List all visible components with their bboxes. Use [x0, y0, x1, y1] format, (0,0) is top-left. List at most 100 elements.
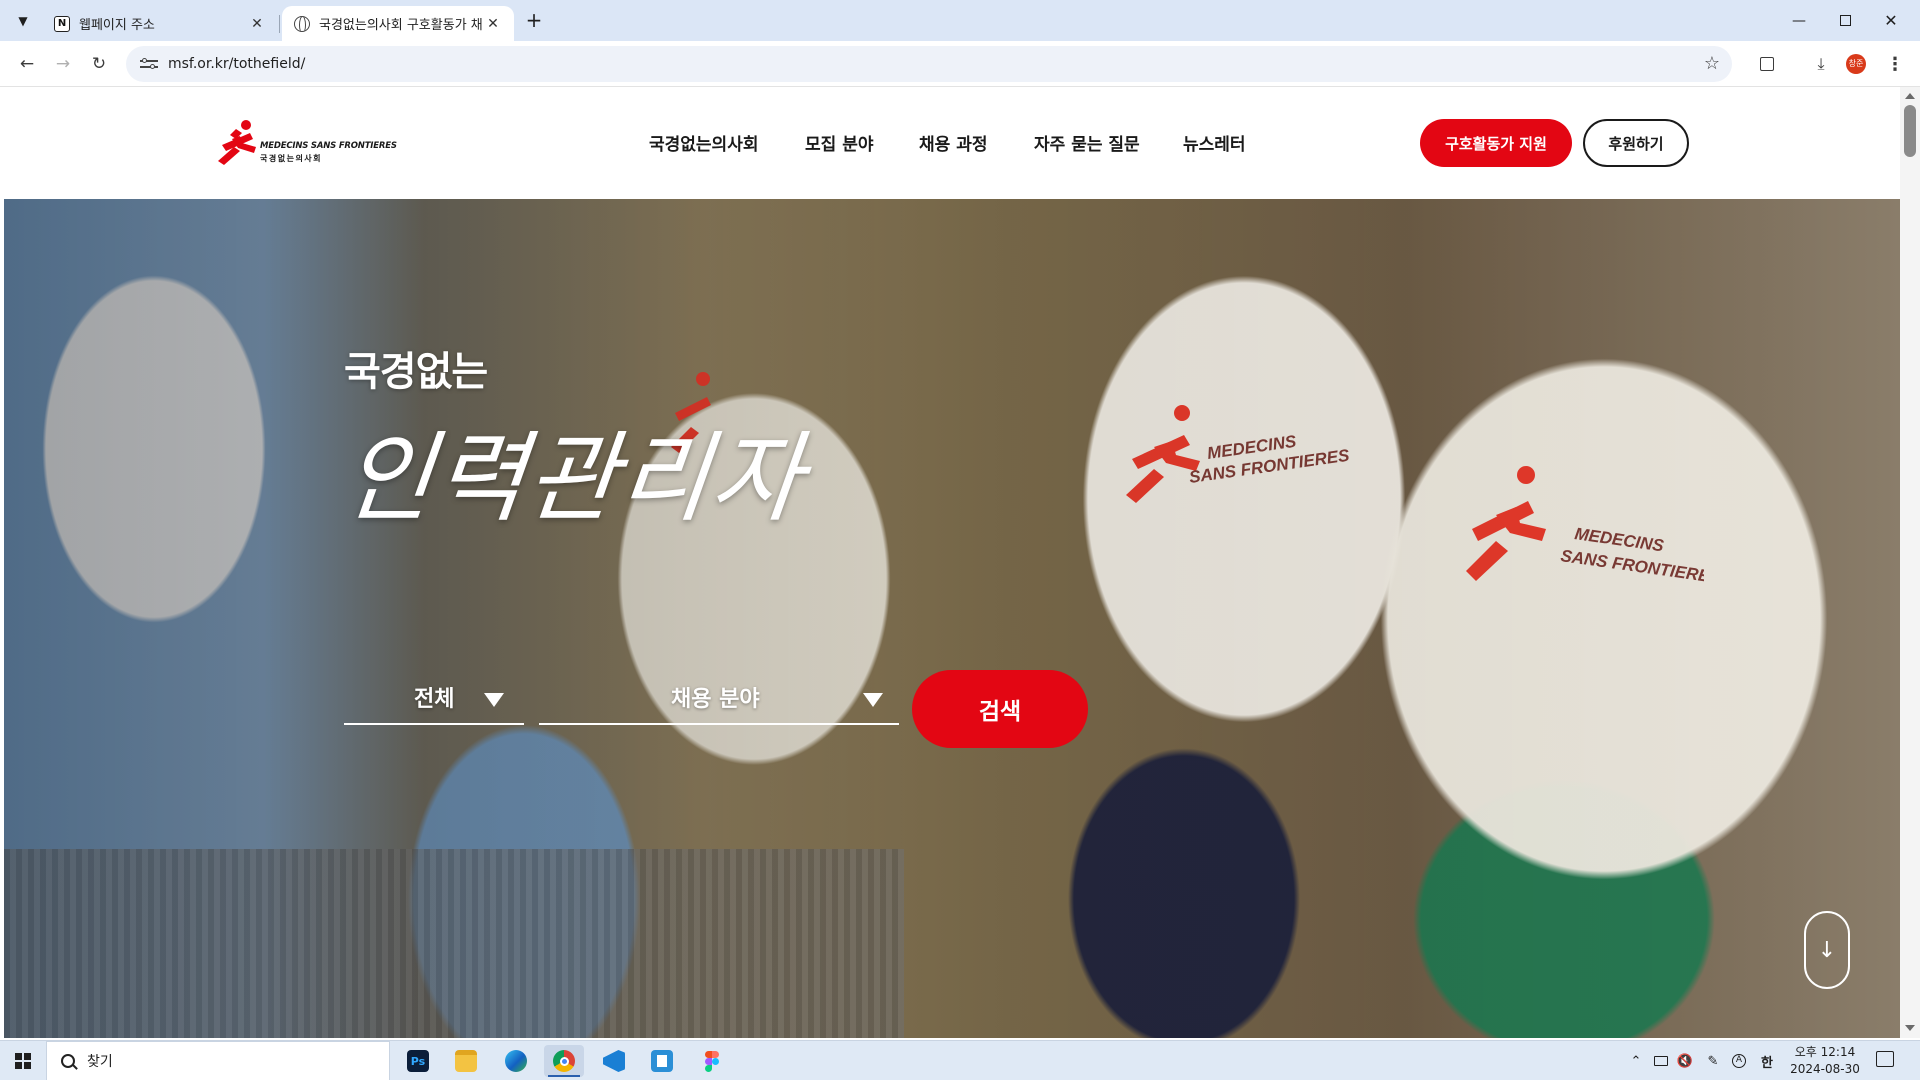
dropdown-arrow-icon: [484, 693, 504, 707]
minimize-icon: —: [1792, 12, 1806, 29]
extensions-button[interactable]: [1754, 51, 1780, 77]
tray-ime-language[interactable]: 한: [1754, 1041, 1780, 1080]
apply-button[interactable]: 구호활동가 지원: [1420, 119, 1572, 167]
download-icon: ⤓: [1817, 54, 1825, 73]
maximize-button[interactable]: [1822, 0, 1868, 41]
reload-icon: ↻: [91, 54, 107, 74]
maximize-icon: [1839, 15, 1851, 26]
close-icon[interactable]: ✕: [484, 16, 502, 32]
nav-item-about[interactable]: 국경없는의사회: [649, 130, 758, 155]
nav-item-newsletter[interactable]: 뉴스레터: [1183, 130, 1246, 155]
notion-icon: N: [54, 15, 70, 32]
taskbar-clock[interactable]: 오후 12:14 2024-08-30: [1788, 1044, 1862, 1078]
pen-icon: ✎: [1707, 1053, 1719, 1069]
notification-center-icon[interactable]: [1876, 1051, 1894, 1067]
nav-item-recruit-fields[interactable]: 모집 분야: [805, 130, 873, 155]
taskbar-app-chrome[interactable]: [544, 1045, 584, 1077]
hero-title-small: 국경없는: [344, 349, 488, 395]
page-scrollbar[interactable]: [1900, 87, 1920, 1038]
url-text[interactable]: msf.or.kr/tothefield/: [168, 56, 305, 72]
window-close-button[interactable]: ✕: [1868, 0, 1914, 41]
category-select[interactable]: 전체: [344, 669, 524, 725]
windows-taskbar: 찾기 Ps ⌃ 🔇 ✎ A 한 오후 12:14 2024-08-30: [0, 1040, 1920, 1080]
chevron-up-icon: ⌃: [1630, 1053, 1642, 1069]
figma-icon: [701, 1050, 723, 1072]
nav-item-faq[interactable]: 자주 묻는 질문: [1034, 130, 1140, 155]
clock-time: 오후 12:14: [1794, 1045, 1856, 1059]
taskbar-app-vscode[interactable]: [594, 1045, 634, 1077]
web-page: MEDECINS SANS FRONTIERES 국경없는의사회 국경없는의사회…: [4, 87, 1900, 1038]
chrome-icon: [553, 1050, 575, 1072]
forward-button[interactable]: →: [48, 49, 78, 79]
bookmark-star-icon[interactable]: ☆: [1704, 53, 1720, 74]
taskbar-app-edge[interactable]: [496, 1045, 536, 1077]
taskbar-search[interactable]: 찾기: [46, 1041, 390, 1080]
clock-date: 2024-08-30: [1790, 1062, 1860, 1076]
recruit-field-select-value: 채용 분야: [671, 687, 760, 712]
nav-item-hiring-process[interactable]: 채용 과정: [919, 130, 987, 155]
tab-search-button[interactable]: ▼: [10, 8, 36, 34]
recruit-field-select[interactable]: 채용 분야: [539, 669, 899, 725]
taskbar-app-photoshop[interactable]: Ps: [398, 1045, 438, 1077]
close-icon: ✕: [1884, 11, 1898, 30]
file-explorer-icon: [455, 1050, 477, 1072]
browser-menu-button[interactable]: ⋮: [1882, 51, 1908, 77]
windows-logo-icon: [15, 1053, 31, 1069]
hero-title-large: 인력관리자: [337, 422, 810, 536]
arrow-down-icon: ↓: [1817, 937, 1837, 963]
tab-webpage-address[interactable]: N 웹페이지 주소 ✕: [42, 6, 278, 41]
msf-logo[interactable]: MEDECINS SANS FRONTIERES 국경없는의사회: [216, 117, 397, 173]
new-tab-button[interactable]: +: [522, 9, 546, 33]
notepad-icon: [651, 1050, 673, 1072]
taskbar-app-notepad[interactable]: [642, 1045, 682, 1077]
address-bar[interactable]: msf.or.kr/tothefield/ ☆: [126, 46, 1732, 82]
site-header: MEDECINS SANS FRONTIERES 국경없는의사회 국경없는의사회…: [4, 87, 1900, 199]
tray-volume[interactable]: 🔇: [1674, 1041, 1696, 1080]
tray-overflow-button[interactable]: ⌃: [1626, 1041, 1646, 1080]
volume-muted-icon: 🔇: [1676, 1053, 1694, 1069]
start-button[interactable]: [0, 1041, 46, 1080]
browser-tab-strip: ▼ N 웹페이지 주소 ✕ 국경없는의사회 구호활동가 채 ✕ + — ✕: [0, 0, 1920, 41]
vscode-icon: [603, 1050, 625, 1072]
ime-language-indicator: 한: [1761, 1055, 1773, 1071]
arrow-right-icon: →: [55, 54, 71, 74]
scroll-up-arrow-icon[interactable]: [1905, 93, 1915, 99]
tab-separator: [279, 15, 280, 33]
arrow-left-icon: ←: [19, 54, 35, 74]
globe-icon: [294, 15, 310, 32]
msf-running-man-icon: [218, 120, 256, 165]
category-select-value: 전체: [414, 687, 455, 712]
reload-button[interactable]: ↻: [84, 49, 114, 79]
close-icon[interactable]: ✕: [248, 16, 266, 32]
tray-pen[interactable]: ✎: [1702, 1041, 1724, 1080]
taskbar-app-figma[interactable]: [692, 1045, 732, 1077]
search-icon: [61, 1054, 75, 1068]
downloads-button[interactable]: ⤓: [1808, 51, 1834, 77]
dropdown-arrow-icon: [863, 693, 883, 707]
network-icon: [1654, 1056, 1668, 1066]
chevron-down-icon: ▼: [18, 14, 28, 28]
back-button[interactable]: ←: [12, 49, 42, 79]
tab-msf-recruit[interactable]: 국경없는의사회 구호활동가 채 ✕: [282, 6, 514, 41]
taskbar-app-file-explorer[interactable]: [446, 1045, 486, 1077]
site-info-icon[interactable]: [140, 57, 158, 71]
minimize-button[interactable]: —: [1776, 0, 1822, 41]
search-button[interactable]: 검색: [912, 670, 1088, 748]
ime-mode-icon: A: [1732, 1054, 1746, 1068]
hero-overlay: [4, 199, 1900, 1038]
taskbar-search-placeholder: 찾기: [87, 1054, 113, 1070]
tray-network[interactable]: [1650, 1041, 1672, 1080]
photoshop-icon: Ps: [407, 1050, 429, 1072]
tab-title: 웹페이지 주소: [79, 18, 155, 33]
scroll-thumb[interactable]: [1904, 105, 1916, 157]
scroll-down-button[interactable]: ↓: [1804, 911, 1850, 989]
scroll-down-arrow-icon[interactable]: [1905, 1025, 1915, 1031]
profile-avatar[interactable]: 창준: [1846, 54, 1866, 74]
donate-button[interactable]: 후원하기: [1583, 119, 1689, 167]
edge-icon: [505, 1050, 527, 1072]
hero-banner: MEDECINS SANS FRONTIERES MEDECINS SANS F…: [4, 199, 1900, 1038]
tray-ime-mode[interactable]: A: [1728, 1041, 1750, 1080]
more-vertical-icon: ⋮: [1886, 53, 1904, 75]
logo-text-ko: 국경없는의사회: [260, 154, 323, 163]
browser-toolbar: ← → ↻ msf.or.kr/tothefield/ ☆ ⤓ 창준 ⋮: [0, 41, 1920, 87]
